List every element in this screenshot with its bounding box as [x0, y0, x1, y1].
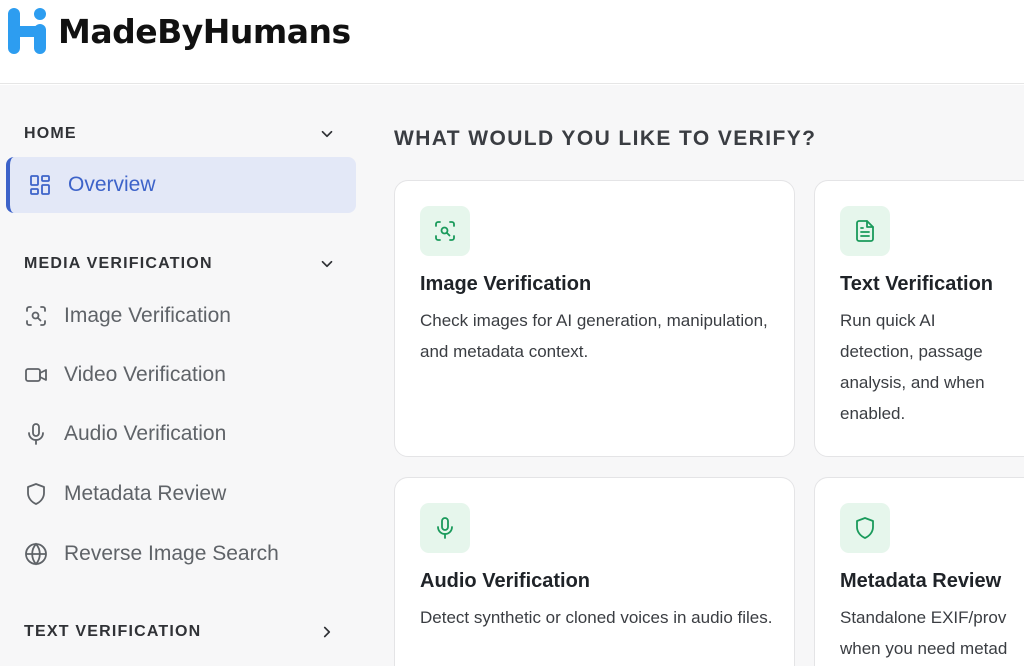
sidebar-item-video-verification[interactable]: Video Verification — [6, 347, 356, 403]
card-audio-verification[interactable]: Audio Verification Detect synthetic or c… — [394, 477, 795, 666]
card-title: Image Verification — [420, 273, 592, 295]
globe-icon — [24, 542, 48, 566]
sidebar-item-label: Image Verification — [64, 304, 231, 327]
card-description: Detect synthetic or cloned voices in aud… — [420, 608, 773, 627]
sidebar-item-reverse-image-search[interactable]: Reverse Image Search — [6, 526, 356, 582]
chevron-right-icon — [323, 626, 331, 638]
card-description: Standalone EXIF/prov when you need metad — [840, 608, 1008, 658]
sidebar-item-metadata-review[interactable]: Metadata Review — [6, 466, 356, 522]
main-content: WHAT WOULD YOU LIKE TO VERIFY? Image Ver… — [370, 85, 1024, 666]
card-title: Metadata Review — [840, 570, 1002, 592]
sidebar-item-label: Metadata Review — [64, 482, 227, 505]
sidebar-item-label: Video Verification — [64, 363, 226, 386]
section-media-verification[interactable]: MEDIA VERIFICATION — [24, 252, 336, 276]
image-scan-icon — [420, 206, 470, 256]
card-metadata-review[interactable]: Metadata Review Standalone EXIF/prov whe… — [814, 477, 1024, 666]
card-title: Text Verification — [840, 273, 994, 295]
video-camera-icon — [24, 363, 48, 387]
card-description: Check images for AI generation, manipula… — [420, 311, 768, 361]
section-text-verification[interactable]: TEXT VERIFICATION — [24, 620, 336, 644]
sidebar-item-label: Audio Verification — [64, 422, 227, 445]
card-title: Audio Verification — [420, 570, 591, 592]
section-home[interactable]: HOME — [24, 122, 336, 146]
sidebar-item-image-verification[interactable]: Image Verification — [6, 288, 356, 344]
grid-icon — [28, 173, 52, 197]
sidebar-item-label: Overview — [68, 173, 156, 196]
shield-icon — [840, 503, 890, 553]
brand-logo[interactable]: MadeByHumans — [8, 8, 351, 54]
chevron-down-icon — [321, 130, 333, 138]
top-header: MadeByHumans — [0, 0, 1024, 84]
chevron-down-icon — [321, 260, 333, 268]
card-text-verification[interactable]: Text Verification Run quick AI detection… — [814, 180, 1024, 457]
shield-icon — [24, 482, 48, 506]
section-home-label: HOME — [24, 125, 77, 142]
brand-name: MadeByHumans — [58, 11, 351, 51]
microphone-icon — [420, 503, 470, 553]
card-description: Run quick AI detection, passage analysis… — [840, 311, 985, 423]
sidebar: HOME Overview MEDIA VERIFICATION Image V… — [0, 85, 370, 666]
section-text-label: TEXT VERIFICATION — [24, 623, 202, 640]
document-icon — [840, 206, 890, 256]
page-title: WHAT WOULD YOU LIKE TO VERIFY? — [394, 127, 817, 150]
card-image-verification[interactable]: Image Verification Check images for AI g… — [394, 180, 795, 457]
sidebar-item-overview[interactable]: Overview — [6, 157, 356, 213]
logo-mark-icon — [8, 8, 46, 54]
microphone-icon — [24, 422, 48, 446]
image-scan-icon — [24, 304, 48, 328]
sidebar-item-label: Reverse Image Search — [64, 542, 279, 565]
section-media-label: MEDIA VERIFICATION — [24, 255, 213, 272]
sidebar-item-audio-verification[interactable]: Audio Verification — [6, 406, 356, 462]
